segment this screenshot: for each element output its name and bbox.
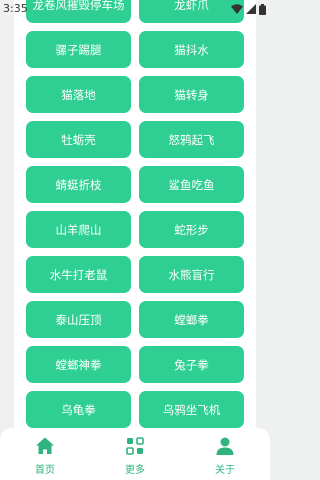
move-button[interactable]: 乌龟拳 (26, 391, 131, 428)
nav-item-home[interactable]: 首页 (15, 436, 75, 476)
grid-row: 水牛打老鼠 水熊盲行 (26, 256, 244, 293)
move-button[interactable]: 螳螂拳 (139, 301, 244, 338)
status-time: 3:35 (3, 2, 28, 15)
nav-label-home: 首页 (35, 465, 55, 476)
move-list-panel: 龙卷风摧毁停车场 龙虾爪 骡子踢腿 猫抖水 猫落地 猫转身 牡蛎壳 怒鸦起飞 蜻… (14, 0, 256, 432)
status-bar: 3:35 (0, 0, 270, 18)
wifi-icon (231, 4, 243, 14)
move-button[interactable]: 蜻蜓折枝 (26, 166, 131, 203)
move-button[interactable]: 骡子踢腿 (26, 31, 131, 68)
user-icon (216, 437, 234, 455)
move-button[interactable]: 泰山压顶 (26, 301, 131, 338)
move-button[interactable]: 水熊盲行 (139, 256, 244, 293)
move-button[interactable]: 猫抖水 (139, 31, 244, 68)
nav-item-more[interactable]: 更多 (105, 436, 165, 476)
grid-row: 牡蛎壳 怒鸦起飞 (26, 121, 244, 158)
move-button[interactable]: 猫转身 (139, 76, 244, 113)
nav-label-more: 更多 (125, 465, 145, 476)
grid-row: 蜻蜓折枝 鲨鱼吃鱼 (26, 166, 244, 203)
home-icon (36, 437, 54, 454)
status-icons (231, 3, 266, 15)
grid-row: 骡子踢腿 猫抖水 (26, 31, 244, 68)
grid-row: 猫落地 猫转身 (26, 76, 244, 113)
move-grid: 龙卷风摧毁停车场 龙虾爪 骡子踢腿 猫抖水 猫落地 猫转身 牡蛎壳 怒鸦起飞 蜻… (26, 0, 244, 432)
move-button[interactable]: 猫落地 (26, 76, 131, 113)
grid-row: 螳螂神拳 兔子拳 (26, 346, 244, 383)
move-button[interactable]: 水牛打老鼠 (26, 256, 131, 293)
move-button[interactable]: 山羊爬山 (26, 211, 131, 248)
battery-icon (259, 3, 266, 15)
move-button[interactable]: 兔子拳 (139, 346, 244, 383)
move-button[interactable]: 蛇形步 (139, 211, 244, 248)
signal-icon (246, 4, 256, 14)
bottom-nav: 首页 更多 关于 (0, 428, 270, 480)
nav-item-about[interactable]: 关于 (195, 436, 255, 476)
grid-row: 泰山压顶 螳螂拳 (26, 301, 244, 338)
move-button[interactable]: 乌鸦坐飞机 (139, 391, 244, 428)
move-button[interactable]: 怒鸦起飞 (139, 121, 244, 158)
grid-more-icon (126, 437, 144, 455)
nav-label-about: 关于 (215, 465, 235, 476)
move-button[interactable]: 螳螂神拳 (26, 346, 131, 383)
grid-row: 乌龟拳 乌鸦坐飞机 (26, 391, 244, 428)
move-button[interactable]: 牡蛎壳 (26, 121, 131, 158)
grid-row: 山羊爬山 蛇形步 (26, 211, 244, 248)
move-button[interactable]: 鲨鱼吃鱼 (139, 166, 244, 203)
